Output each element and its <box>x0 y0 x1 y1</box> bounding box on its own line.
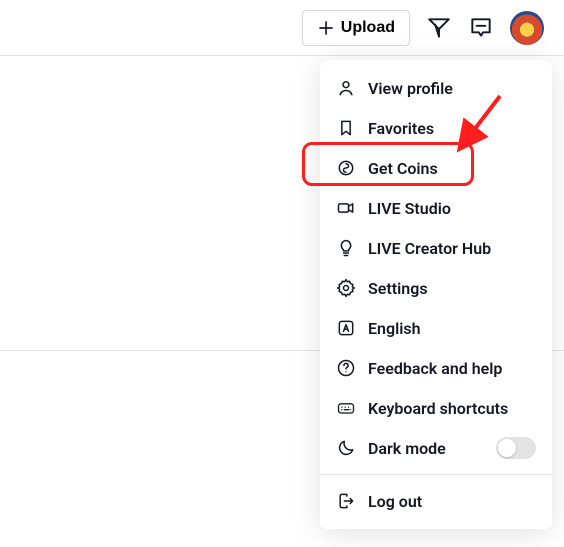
user-icon <box>336 78 356 98</box>
menu-item-label: Settings <box>368 279 536 298</box>
help-icon <box>336 358 356 378</box>
coin-icon <box>336 158 356 178</box>
bookmark-icon <box>336 118 356 138</box>
moon-icon <box>336 438 356 458</box>
keyboard-icon <box>336 398 356 418</box>
menu-item-live-creator-hub[interactable]: LIVE Creator Hub <box>320 228 552 268</box>
menu-item-label: English <box>368 319 536 338</box>
menu-item-language[interactable]: English <box>320 308 552 348</box>
upload-label: Upload <box>341 19 395 37</box>
avatar[interactable] <box>510 11 544 45</box>
menu-item-label: LIVE Creator Hub <box>368 239 536 258</box>
menu-item-label: LIVE Studio <box>368 199 536 218</box>
menu-item-label: Feedback and help <box>368 359 536 378</box>
menu-item-view-profile[interactable]: View profile <box>320 68 552 108</box>
video-icon <box>336 198 356 218</box>
menu-item-label: Favorites <box>368 119 536 138</box>
menu-item-label: Dark mode <box>368 439 484 458</box>
menu-item-get-coins[interactable]: Get Coins <box>320 148 552 188</box>
language-icon <box>336 318 356 338</box>
bulb-icon <box>336 238 356 258</box>
menu-item-feedback[interactable]: Feedback and help <box>320 348 552 388</box>
menu-item-label: Get Coins <box>368 159 536 178</box>
divider <box>0 55 564 56</box>
menu-item-label: Keyboard shortcuts <box>368 399 536 418</box>
menu-separator <box>320 474 552 475</box>
menu-item-label: Log out <box>368 492 536 511</box>
profile-menu: View profile Favorites Get Coins LIVE St… <box>320 60 552 529</box>
inbox-icon[interactable] <box>468 15 494 41</box>
plus-icon <box>317 19 335 37</box>
upload-button[interactable]: Upload <box>302 10 410 46</box>
menu-item-keyboard-shortcuts[interactable]: Keyboard shortcuts <box>320 388 552 428</box>
gear-icon <box>336 278 356 298</box>
menu-item-label: View profile <box>368 79 536 98</box>
menu-item-logout[interactable]: Log out <box>320 481 552 521</box>
menu-item-live-studio[interactable]: LIVE Studio <box>320 188 552 228</box>
menu-item-settings[interactable]: Settings <box>320 268 552 308</box>
logout-icon <box>336 491 356 511</box>
menu-item-favorites[interactable]: Favorites <box>320 108 552 148</box>
send-icon[interactable] <box>426 15 452 41</box>
menu-item-dark-mode[interactable]: Dark mode <box>320 428 552 468</box>
dark-mode-toggle[interactable] <box>496 437 536 459</box>
